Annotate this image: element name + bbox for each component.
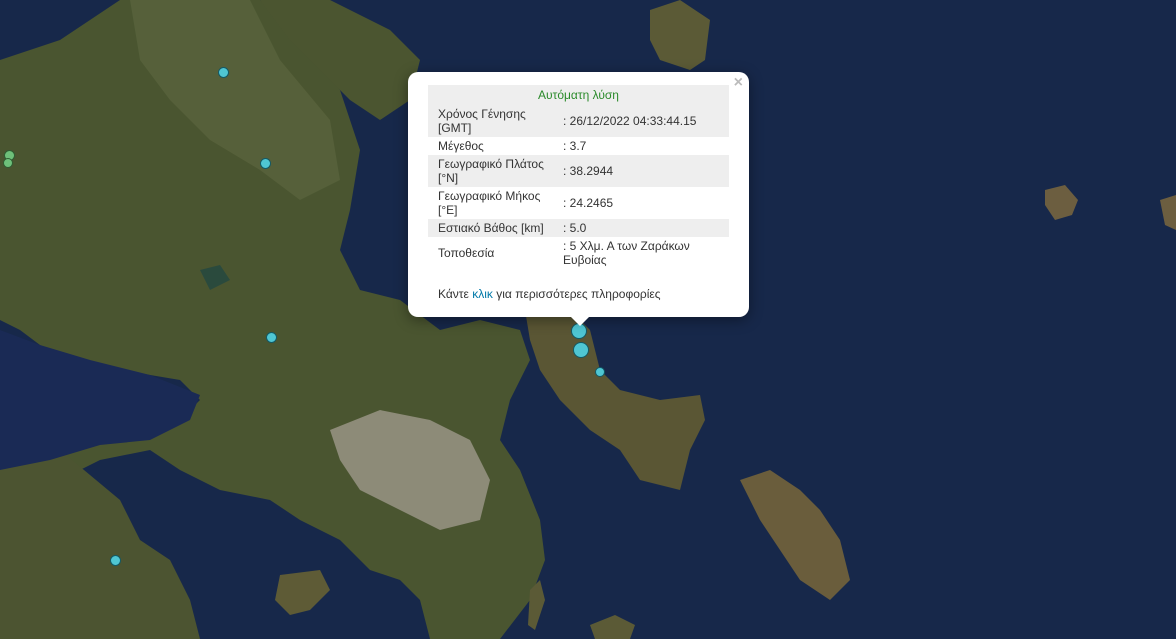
table-row: Γεωγραφικό Μήκος [°E] : 24.2465 [428,187,729,219]
earthquake-marker[interactable] [110,555,121,566]
row-label: Μέγεθος [438,139,484,153]
row-label: Γεωγραφικό Πλάτος [°N] [428,155,561,187]
table-row: Εστιακό Βάθος [km] : 5.0 [428,219,729,237]
earthquake-marker[interactable] [573,342,589,358]
row-value: : 5 Χλμ. Α των Ζαράκων Ευβοίας [563,239,690,267]
more-info-suffix: για περισσότερες πληροφορίες [496,287,661,301]
table-row: Χρόνος Γένησης [GMT] : 26/12/2022 04:33:… [428,105,729,137]
earthquake-marker[interactable] [260,158,271,169]
earthquake-marker[interactable] [218,67,229,78]
table-row: Τοποθεσία : 5 Χλμ. Α των Ζαράκων Ευβοίας [428,237,729,269]
row-value: : 24.2465 [563,196,614,210]
popup-tip [570,316,590,326]
more-info-line: Κάντε κλικ για περισσότερες πληροφορίες [438,287,661,301]
earthquake-info-table: Αυτόματη λύση Χρόνος Γένησης [GMT] : 26/… [428,85,729,269]
row-label: Τοποθεσία [438,246,495,260]
table-row: Μέγεθος : 3.7 [428,137,729,155]
row-value: : 38.2944 [561,155,729,187]
earthquake-marker[interactable] [3,158,13,168]
earthquake-marker[interactable] [595,367,605,377]
row-label: Εστιακό Βάθος [km] [428,219,561,237]
earthquake-info-popup: × Αυτόματη λύση Χρόνος Γένησης [GMT] : 2… [408,72,749,317]
row-value: : 26/12/2022 04:33:44.15 [561,105,729,137]
earthquake-marker[interactable] [266,332,277,343]
table-row: Γεωγραφικό Πλάτος [°N] : 38.2944 [428,155,729,187]
row-value: : 3.7 [563,139,587,153]
row-label: Γεωγραφικό Μήκος [°E] [438,189,541,217]
more-info-prefix: Κάντε [438,287,469,301]
more-info-link[interactable]: κλικ [472,287,493,301]
solution-type-header: Αυτόματη λύση [428,85,729,105]
row-value: : 5.0 [561,219,729,237]
row-label: Χρόνος Γένησης [GMT] [428,105,561,137]
close-icon[interactable]: × [734,75,743,91]
